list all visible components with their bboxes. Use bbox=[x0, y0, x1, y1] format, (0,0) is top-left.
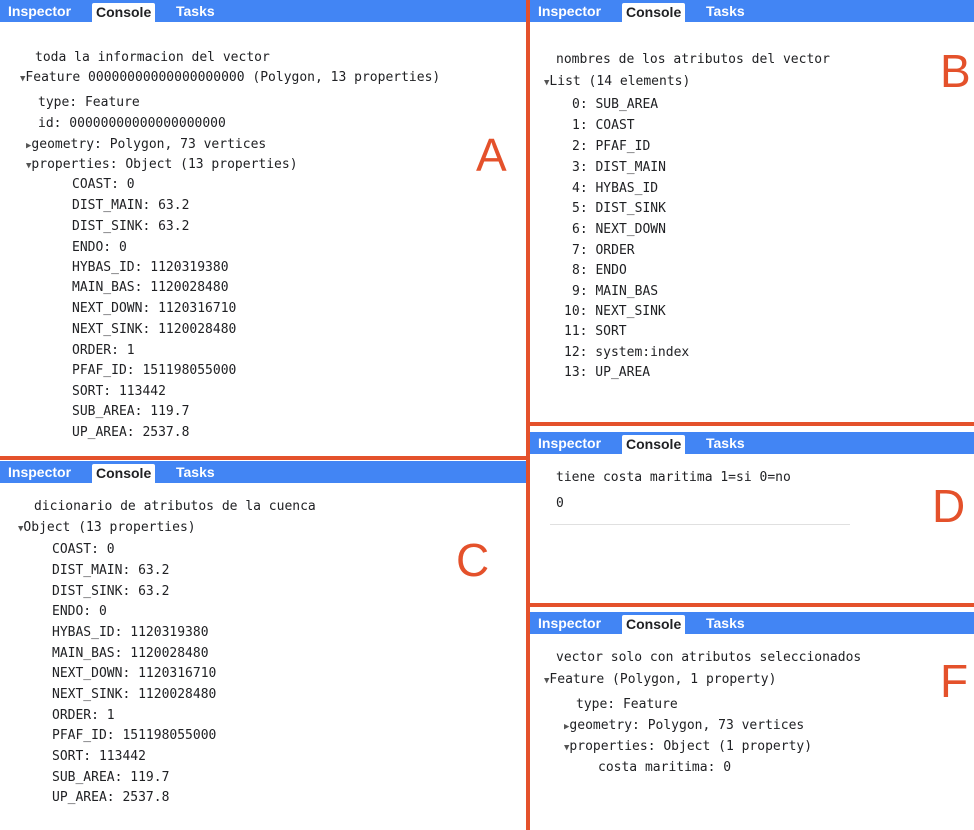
feature-id: id: 00000000000000000000 bbox=[38, 116, 226, 131]
tree-node-geometry[interactable]: ▶geometry: Polygon, 73 vertices bbox=[26, 137, 266, 154]
tab-tasks[interactable]: Tasks bbox=[176, 461, 215, 483]
panel-label-letter: F bbox=[940, 655, 969, 707]
property-row: NEXT_DOWN: 1120316710 bbox=[72, 301, 237, 316]
list-item: 10: NEXT_SINK bbox=[564, 304, 666, 319]
tab-console[interactable]: Console bbox=[92, 464, 156, 483]
tree-node-properties[interactable]: ▼properties: Object (1 property) bbox=[564, 739, 812, 756]
property-row: UP_AREA: 2537.8 bbox=[72, 425, 190, 440]
panel-label-letter: C bbox=[456, 534, 490, 586]
print-label: nombres de los atributos del vector bbox=[556, 52, 830, 67]
list-item: 13: UP_AREA bbox=[564, 365, 651, 380]
list-item: 11: SORT bbox=[564, 324, 627, 339]
tree-node-list[interactable]: ▼List (14 elements) bbox=[544, 74, 690, 91]
tab-bar: Inspector Console Tasks bbox=[0, 461, 526, 483]
tree-node-properties[interactable]: ▼properties: Object (13 properties) bbox=[26, 157, 298, 174]
console-output: dicionario de atributos de la cuenca ▼Ob… bbox=[0, 483, 526, 830]
horizontal-divider-right-top bbox=[530, 422, 974, 426]
print-label: toda la informacion del vector bbox=[35, 50, 270, 65]
console-output: toda la informacion del vector ▼Feature … bbox=[0, 22, 526, 456]
list-item: 0: SUB_AREA bbox=[572, 97, 659, 112]
property-row: MAIN_BAS: 1120028480 bbox=[72, 280, 229, 295]
list-item: 3: DIST_MAIN bbox=[572, 160, 666, 175]
console-output: tiene costa maritima 1=si 0=no 0 bbox=[530, 454, 974, 602]
panel-label-letter: D bbox=[932, 480, 966, 532]
tab-console[interactable]: Console bbox=[622, 3, 686, 22]
property-row: NEXT_SINK: 1120028480 bbox=[72, 322, 237, 337]
property-row: DIST_MAIN: 63.2 bbox=[72, 198, 190, 213]
tab-bar: Inspector Console Tasks bbox=[530, 432, 974, 454]
property-row: HYBAS_ID: 1120319380 bbox=[72, 260, 229, 275]
property-row: DIST_SINK: 63.2 bbox=[52, 584, 170, 599]
tab-bar: Inspector Console Tasks bbox=[530, 612, 974, 634]
property-row: SUB_AREA: 119.7 bbox=[52, 770, 170, 785]
feature-type: type: Feature bbox=[38, 95, 140, 110]
tree-node-object[interactable]: ▼Object (13 properties) bbox=[18, 520, 196, 537]
horizontal-divider-left bbox=[0, 456, 526, 460]
property-row: COAST: 0 bbox=[72, 177, 135, 192]
panel-label-letter: B bbox=[940, 45, 971, 97]
tab-console[interactable]: Console bbox=[92, 3, 156, 22]
property-row: ORDER: 1 bbox=[52, 708, 115, 723]
tab-inspector[interactable]: Inspector bbox=[538, 432, 601, 454]
print-label: tiene costa maritima 1=si 0=no bbox=[556, 470, 791, 485]
property-row: COAST: 0 bbox=[52, 542, 115, 557]
list-item: 12: system:index bbox=[564, 345, 690, 360]
property-row: UP_AREA: 2537.8 bbox=[52, 790, 170, 805]
console-panel-c: Inspector Console Tasks dicionario de at… bbox=[0, 461, 526, 830]
console-output: vector solo con atributos seleccionados … bbox=[530, 634, 974, 830]
tab-bar: Inspector Console Tasks bbox=[0, 0, 526, 22]
list-item: 1: COAST bbox=[572, 118, 635, 133]
property-row: HYBAS_ID: 1120319380 bbox=[52, 625, 209, 640]
tab-inspector[interactable]: Inspector bbox=[538, 0, 601, 22]
list-item: 2: PFAF_ID bbox=[572, 139, 651, 154]
property-row: NEXT_DOWN: 1120316710 bbox=[52, 666, 217, 681]
tab-tasks[interactable]: Tasks bbox=[176, 0, 215, 22]
tab-bar: Inspector Console Tasks bbox=[530, 0, 974, 22]
print-label: vector solo con atributos seleccionados bbox=[556, 650, 862, 665]
property-row: SORT: 113442 bbox=[72, 384, 166, 399]
property-row: ENDO: 0 bbox=[52, 604, 107, 619]
tab-inspector[interactable]: Inspector bbox=[8, 0, 71, 22]
list-item: 7: ORDER bbox=[572, 243, 635, 258]
tab-tasks[interactable]: Tasks bbox=[706, 612, 745, 634]
property-row: ENDO: 0 bbox=[72, 240, 127, 255]
feature-type: type: Feature bbox=[576, 697, 678, 712]
property-row: SORT: 113442 bbox=[52, 749, 146, 764]
tab-inspector[interactable]: Inspector bbox=[538, 612, 601, 634]
console-panel-d: Inspector Console Tasks tiene costa mari… bbox=[530, 427, 974, 602]
print-label: dicionario de atributos de la cuenca bbox=[34, 499, 316, 514]
console-panel-b: Inspector Console Tasks nombres de los a… bbox=[530, 0, 974, 422]
property-row: DIST_SINK: 63.2 bbox=[72, 219, 190, 234]
list-item: 8: ENDO bbox=[572, 263, 627, 278]
tab-tasks[interactable]: Tasks bbox=[706, 0, 745, 22]
property-row: MAIN_BAS: 1120028480 bbox=[52, 646, 209, 661]
panel-label-letter: A bbox=[476, 129, 507, 181]
list-item: 4: HYBAS_ID bbox=[572, 181, 659, 196]
print-value: 0 bbox=[556, 496, 564, 511]
property-row: SUB_AREA: 119.7 bbox=[72, 404, 190, 419]
console-output: nombres de los atributos del vector ▼Lis… bbox=[530, 22, 974, 422]
tree-node-feature[interactable]: ▼Feature 00000000000000000000 (Polygon, … bbox=[20, 70, 440, 87]
console-panel-f: Inspector Console Tasks vector solo con … bbox=[530, 608, 974, 830]
horizontal-divider-right-bottom bbox=[530, 603, 974, 607]
property-row: PFAF_ID: 151198055000 bbox=[72, 363, 237, 378]
list-item: 9: MAIN_BAS bbox=[572, 284, 659, 299]
list-item: 6: NEXT_DOWN bbox=[572, 222, 666, 237]
property-row: PFAF_ID: 151198055000 bbox=[52, 728, 217, 743]
property-row: ORDER: 1 bbox=[72, 343, 135, 358]
list-item: 5: DIST_SINK bbox=[572, 201, 666, 216]
tab-inspector[interactable]: Inspector bbox=[8, 461, 71, 483]
tree-node-feature[interactable]: ▼Feature (Polygon, 1 property) bbox=[544, 672, 776, 689]
property-row: DIST_MAIN: 63.2 bbox=[52, 563, 170, 578]
tab-console[interactable]: Console bbox=[622, 435, 686, 454]
tree-node-geometry[interactable]: ▶geometry: Polygon, 73 vertices bbox=[564, 718, 804, 735]
property-row: costa maritima: 0 bbox=[598, 760, 732, 775]
vertical-divider bbox=[526, 0, 530, 830]
property-row: NEXT_SINK: 1120028480 bbox=[52, 687, 217, 702]
console-panel-a: Inspector Console Tasks toda la informac… bbox=[0, 0, 526, 456]
separator-line bbox=[550, 524, 850, 525]
tab-console[interactable]: Console bbox=[622, 615, 686, 634]
tab-tasks[interactable]: Tasks bbox=[706, 432, 745, 454]
